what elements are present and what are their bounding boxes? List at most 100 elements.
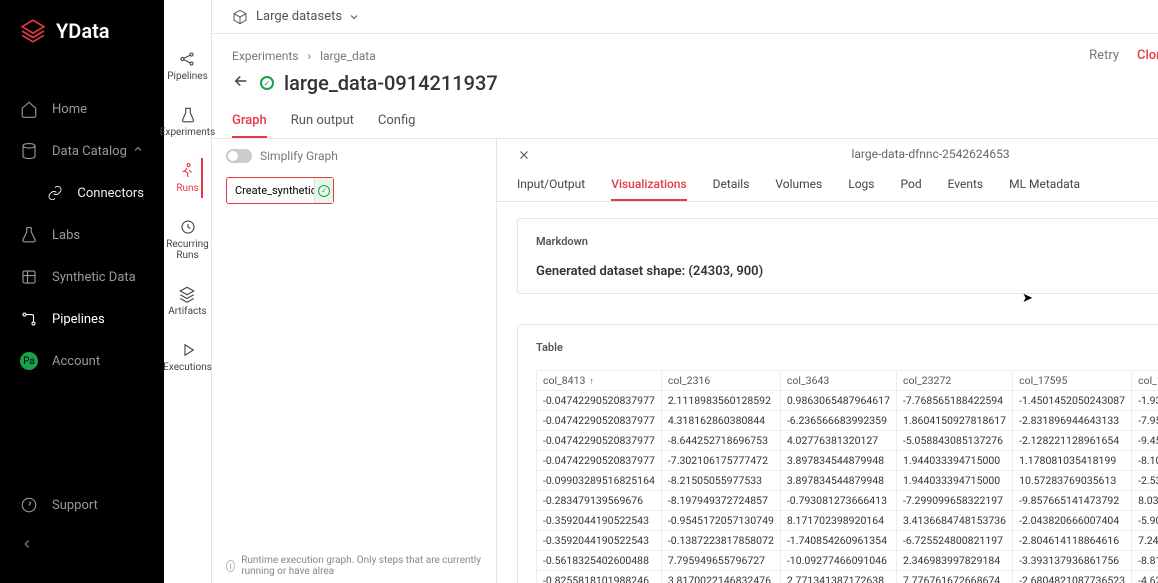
table-header[interactable]: col_18934 xyxy=(1132,371,1158,391)
table-cell: -0.5618325402600488 xyxy=(537,551,662,571)
markdown-card: Markdown Generated dataset shape: (24303… xyxy=(517,218,1158,294)
nav-account[interactable]: Pa Account xyxy=(0,340,164,382)
sec-label: Pipelines xyxy=(167,71,208,82)
logo-text: YData xyxy=(56,19,110,43)
table-row: -0.3592044190522543-0.95451720571307498.… xyxy=(537,511,1158,531)
table-cell: -6.725524800821197 xyxy=(896,531,1012,551)
data-table-wrap[interactable]: col_8413↑col_2316col_3643col_23272col_17… xyxy=(536,370,1158,583)
table-header[interactable]: col_8413↑ xyxy=(537,371,662,391)
table-cell: -0.04742290520837977 xyxy=(537,391,662,411)
table-cell: -10.09277466091046 xyxy=(780,551,896,571)
simplify-graph-toggle[interactable]: Simplify Graph xyxy=(226,149,482,163)
table-cell: -2.831896944643133 xyxy=(1013,411,1132,431)
table-cell: -2.804614118864616 xyxy=(1013,531,1132,551)
nav-label: Connectors xyxy=(77,186,144,201)
nav-synthetic[interactable]: Synthetic Data xyxy=(0,256,164,298)
table-cell: 7.795949655796727 xyxy=(661,551,780,571)
sec-artifacts[interactable]: Artifacts xyxy=(166,281,208,321)
tab-run-output[interactable]: Run output xyxy=(291,105,354,138)
table-cell: 7.240506320111801 xyxy=(1132,531,1158,551)
tab-graph[interactable]: Graph xyxy=(232,105,267,138)
table-cell: -4.622449912541946 xyxy=(1132,571,1158,583)
table-card: Table col_8413↑col_2316col_3643col_23272… xyxy=(517,324,1158,583)
table-header[interactable]: col_17595 xyxy=(1013,371,1132,391)
table-row: -0.047422905208379772.11189835601285920.… xyxy=(537,391,1158,411)
card-title: Table xyxy=(536,341,563,354)
breadcrumb-experiments[interactable]: Experiments xyxy=(232,49,299,63)
table-cell: -1.930331719079913 xyxy=(1132,391,1158,411)
nav-pipelines[interactable]: Pipelines xyxy=(0,298,164,340)
nav-support[interactable]: Support xyxy=(0,484,164,526)
sec-recurring[interactable]: Recurring Runs xyxy=(164,214,211,265)
table-cell: 3.897834544879948 xyxy=(780,451,896,471)
table-cell: -0.04742290520837977 xyxy=(537,411,662,431)
table-cell: -0.8255818101988246 xyxy=(537,571,662,583)
sec-runs[interactable]: Runs xyxy=(174,158,200,198)
sec-pipelines[interactable]: Pipelines xyxy=(165,46,210,86)
subtab-pod[interactable]: Pod xyxy=(900,169,921,201)
table-cell: 10.57283769035613 xyxy=(1013,471,1132,491)
link-icon xyxy=(46,184,63,202)
chevron-up-icon xyxy=(132,143,144,159)
table-cell: 8.03918814278385 xyxy=(1132,491,1158,511)
table-header[interactable]: col_23272 xyxy=(896,371,1012,391)
graph-pane: Simplify Graph Create_synthetic... i Run… xyxy=(212,139,497,583)
toggle-switch[interactable] xyxy=(226,149,252,163)
run-icon xyxy=(178,162,196,180)
table-cell: -0.3592044190522543 xyxy=(537,531,662,551)
table-cell: -2.128221128961654 xyxy=(1013,431,1132,451)
nav-data-catalog[interactable]: Data Catalog xyxy=(0,130,164,172)
subtab-io[interactable]: Input/Output xyxy=(517,169,585,201)
sec-executions[interactable]: Executions xyxy=(161,337,214,377)
clone-run-button[interactable]: Clone run xyxy=(1137,48,1158,63)
sec-experiments[interactable]: Experiments xyxy=(158,102,217,142)
nav-home[interactable]: Home xyxy=(0,88,164,130)
dataset-selector[interactable]: Large datasets xyxy=(212,0,1158,34)
logo-icon xyxy=(20,18,46,44)
content: Large datasets Experiments › large_data … xyxy=(212,0,1158,583)
header-actions: Retry Clone run Terminate Archive xyxy=(1089,48,1158,63)
subtab-details[interactable]: Details xyxy=(713,169,750,201)
sec-label: Executions xyxy=(163,362,212,373)
table-cell: 2.1118983560128592 xyxy=(661,391,780,411)
graph-footer-note: i Runtime execution graph. Only steps th… xyxy=(226,555,482,577)
subtab-ml[interactable]: ML Metadata xyxy=(1009,169,1080,201)
table-header[interactable]: col_3643 xyxy=(780,371,896,391)
subtab-volumes[interactable]: Volumes xyxy=(775,169,822,201)
markdown-content: Generated dataset shape: (24303, 900) xyxy=(536,264,1158,279)
sec-label: Experiments xyxy=(160,127,215,138)
graph-node[interactable]: Create_synthetic... xyxy=(226,177,334,204)
table-cell: -0.793081273666413 xyxy=(780,491,896,511)
nav-connectors[interactable]: Connectors xyxy=(0,172,164,214)
secondary-nav: Pipelines Experiments Runs Recurring Run… xyxy=(164,0,212,583)
nav-labs[interactable]: Labs xyxy=(0,214,164,256)
subtab-visualizations[interactable]: Visualizations xyxy=(611,169,686,201)
dataset-label: Large datasets xyxy=(256,9,342,24)
table-cell: -0.04742290520837977 xyxy=(537,431,662,451)
table-cell: -1.740854260961354 xyxy=(780,531,896,551)
clock-icon xyxy=(179,218,197,236)
page-title: large_data-0914211937 xyxy=(284,71,498,95)
beaker-icon xyxy=(179,106,197,124)
home-icon xyxy=(20,100,38,118)
table-cell: -7.953887756099696 xyxy=(1132,411,1158,431)
table-cell: -7.768565188422594 xyxy=(896,391,1012,411)
subtab-events[interactable]: Events xyxy=(948,169,984,201)
breadcrumb-run[interactable]: large_data xyxy=(320,49,376,63)
table-row: -0.3592044190522543-0.1387223817858072-1… xyxy=(537,531,1158,551)
table-cell: -9.857665141473792 xyxy=(1013,491,1132,511)
retry-button[interactable]: Retry xyxy=(1089,48,1119,63)
table-cell: -2.043820666007404 xyxy=(1013,511,1132,531)
close-button[interactable] xyxy=(517,147,531,161)
arrow-left-icon xyxy=(232,72,250,90)
subtab-logs[interactable]: Logs xyxy=(848,169,874,201)
tab-config[interactable]: Config xyxy=(378,105,416,138)
collapse-sidebar[interactable] xyxy=(0,526,164,565)
table-header[interactable]: col_2316 xyxy=(661,371,780,391)
pipeline-icon xyxy=(20,310,38,328)
flask-icon xyxy=(20,226,38,244)
database-icon xyxy=(20,142,38,160)
detail-pane: large-data-dfnnc-2542624653 Input/Output… xyxy=(497,139,1158,583)
back-button[interactable] xyxy=(232,72,250,94)
detail-id: large-data-dfnnc-2542624653 xyxy=(851,147,1009,161)
